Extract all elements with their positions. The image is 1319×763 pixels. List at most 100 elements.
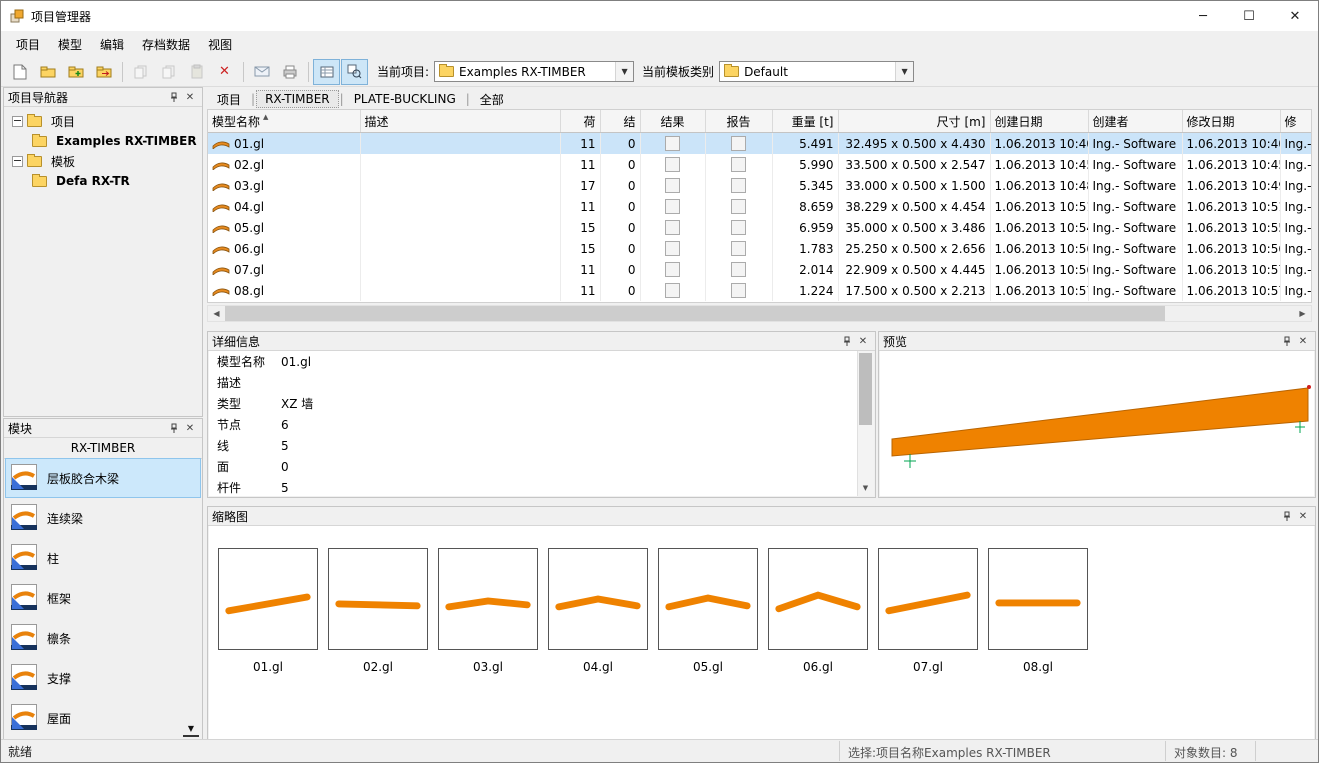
tree-node-templates[interactable]: 模板 — [6, 151, 200, 171]
pin-icon[interactable] — [1279, 334, 1295, 348]
details-scrollbar[interactable]: ▼ — [857, 351, 874, 496]
current-project-combobox[interactable]: Examples RX-TIMBER ▼ — [434, 61, 634, 82]
pin-icon[interactable] — [839, 334, 855, 348]
thumbnail-08.gl[interactable]: 08.gl — [983, 548, 1093, 674]
checkbox-cb_results[interactable] — [665, 220, 680, 235]
module-item-5[interactable]: 檩条 — [5, 618, 201, 658]
module-item-1[interactable]: 层板胶合木梁 — [5, 458, 201, 498]
column-header-creator[interactable]: 创建者 — [1088, 110, 1182, 133]
scroll-right-icon[interactable]: ▶ — [1294, 306, 1311, 321]
maximize-button[interactable]: ☐ — [1226, 1, 1272, 31]
preview-search-toggle[interactable] — [341, 59, 368, 85]
menu-item-5[interactable]: 视图 — [199, 32, 241, 57]
checkbox-cb_results[interactable] — [665, 157, 680, 172]
column-header-desc[interactable]: 描述 — [360, 110, 560, 133]
table-row-04.gl[interactable]: 04.gl1108.65938.229 x 0.500 x 4.4541.06.… — [208, 196, 1312, 217]
checkbox-cb_report[interactable] — [731, 283, 746, 298]
copy-button[interactable] — [155, 59, 182, 85]
table-row-05.gl[interactable]: 05.gl1506.95935.000 x 0.500 x 3.4861.06.… — [208, 217, 1312, 238]
checkbox-cb_report[interactable] — [731, 241, 746, 256]
checkbox-cb_report[interactable] — [731, 157, 746, 172]
minimize-button[interactable]: ─ — [1180, 1, 1226, 31]
close-button[interactable]: ✕ — [1272, 1, 1318, 31]
collapse-icon[interactable] — [12, 156, 23, 167]
close-panel-icon[interactable]: ✕ — [855, 334, 871, 348]
checkbox-cb_results[interactable] — [665, 178, 680, 193]
checkbox-cb_report[interactable] — [731, 220, 746, 235]
module-item-6[interactable]: 支撑 — [5, 658, 201, 698]
template-category-combobox[interactable]: Default ▼ — [719, 61, 914, 82]
checkbox-cb_results[interactable] — [665, 199, 680, 214]
checkbox-cb_report[interactable] — [731, 199, 746, 214]
close-panel-icon[interactable]: ✕ — [182, 90, 198, 104]
checkbox-cb_report[interactable] — [731, 136, 746, 151]
column-header-load[interactable]: 荷 — [560, 110, 600, 133]
tab-PLATE-BUCKLING[interactable]: PLATE-BUCKLING — [345, 90, 465, 108]
pin-icon[interactable] — [166, 421, 182, 435]
column-header-cb_report[interactable]: 报告 — [705, 110, 772, 133]
menu-item-1[interactable]: 项目 — [7, 32, 49, 57]
column-header-cb_results[interactable]: 结果 — [640, 110, 705, 133]
scroll-down-icon[interactable]: ▼ — [858, 482, 873, 494]
tab-全部[interactable]: 全部 — [471, 89, 513, 110]
tree-node-examples-project[interactable]: Examples RX-TIMBER — [6, 131, 200, 151]
column-header-created[interactable]: 创建日期 — [990, 110, 1088, 133]
export-button[interactable] — [248, 59, 275, 85]
checkbox-cb_results[interactable] — [665, 136, 680, 151]
thumbnail-04.gl[interactable]: 04.gl — [543, 548, 653, 674]
menu-item-3[interactable]: 编辑 — [91, 32, 133, 57]
thumbnail-05.gl[interactable]: 05.gl — [653, 548, 763, 674]
module-item-7[interactable]: 屋面 — [5, 698, 201, 738]
chevron-down-icon[interactable]: ▼ — [615, 62, 633, 81]
thumbnail-01.gl[interactable]: 01.gl — [213, 548, 323, 674]
table-row-02.gl[interactable]: 02.gl1105.99033.500 x 0.500 x 2.5471.06.… — [208, 154, 1312, 175]
details-view-toggle[interactable] — [313, 59, 340, 85]
menu-item-2[interactable]: 模型 — [49, 32, 91, 57]
checkbox-cb_results[interactable] — [665, 241, 680, 256]
cut-button[interactable] — [127, 59, 154, 85]
checkbox-cb_results[interactable] — [665, 283, 680, 298]
delete-button[interactable]: ✕ — [211, 59, 238, 85]
module-item-4[interactable]: 框架 — [5, 578, 201, 618]
tab-RX-TIMBER[interactable]: RX-TIMBER — [256, 90, 339, 108]
column-header-modified[interactable]: 修改日期 — [1182, 110, 1280, 133]
thumbnail-02.gl[interactable]: 02.gl — [323, 548, 433, 674]
pin-icon[interactable] — [166, 90, 182, 104]
table-row-08.gl[interactable]: 08.gl1101.22417.500 x 0.500 x 2.2131.06.… — [208, 280, 1312, 301]
tree-node-projects[interactable]: 项目 — [6, 111, 200, 131]
close-panel-icon[interactable]: ✕ — [1295, 509, 1311, 523]
column-header-name[interactable]: 模型名称▲ — [208, 110, 360, 133]
thumbnail-06.gl[interactable]: 06.gl — [763, 548, 873, 674]
open-project-button[interactable] — [34, 59, 61, 85]
menu-item-4[interactable]: 存档数据 — [133, 32, 199, 57]
close-panel-icon[interactable]: ✕ — [1295, 334, 1311, 348]
tab-项目[interactable]: 项目 — [208, 89, 250, 110]
tree-node-default-template[interactable]: Defa RX-TR — [6, 171, 200, 191]
thumbnail-03.gl[interactable]: 03.gl — [433, 548, 543, 674]
scroll-down-icon[interactable]: ▼ — [183, 721, 199, 737]
checkbox-cb_report[interactable] — [731, 262, 746, 277]
pin-icon[interactable] — [1279, 509, 1295, 523]
horizontal-scrollbar[interactable]: ◀ ▶ — [207, 305, 1312, 322]
column-header-res[interactable]: 结 — [600, 110, 640, 133]
scrollbar-thumb[interactable] — [225, 306, 1165, 321]
print-button[interactable] — [276, 59, 303, 85]
column-header-weight[interactable]: 重量 [t] — [772, 110, 838, 133]
chevron-down-icon[interactable]: ▼ — [895, 62, 913, 81]
new-folder-button[interactable] — [62, 59, 89, 85]
table-row-06.gl[interactable]: 06.gl1501.78325.250 x 0.500 x 2.6561.06.… — [208, 238, 1312, 259]
column-header-modifier[interactable]: 修 — [1280, 110, 1312, 133]
column-header-size[interactable]: 尺寸 [m] — [838, 110, 990, 133]
scroll-left-icon[interactable]: ◀ — [208, 306, 225, 321]
table-row-07.gl[interactable]: 07.gl1102.01422.909 x 0.500 x 4.4451.06.… — [208, 259, 1312, 280]
paste-button[interactable] — [183, 59, 210, 85]
table-row-03.gl[interactable]: 03.gl1705.34533.000 x 0.500 x 1.5001.06.… — [208, 175, 1312, 196]
checkbox-cb_results[interactable] — [665, 262, 680, 277]
module-item-3[interactable]: 柱 — [5, 538, 201, 578]
scrollbar-thumb[interactable] — [859, 353, 872, 425]
new-button[interactable] — [6, 59, 33, 85]
module-item-2[interactable]: 连续梁 — [5, 498, 201, 538]
archive-folder-button[interactable] — [90, 59, 117, 85]
table-row-01.gl[interactable]: 01.gl1105.49132.495 x 0.500 x 4.4301.06.… — [208, 133, 1312, 155]
collapse-icon[interactable] — [12, 116, 23, 127]
